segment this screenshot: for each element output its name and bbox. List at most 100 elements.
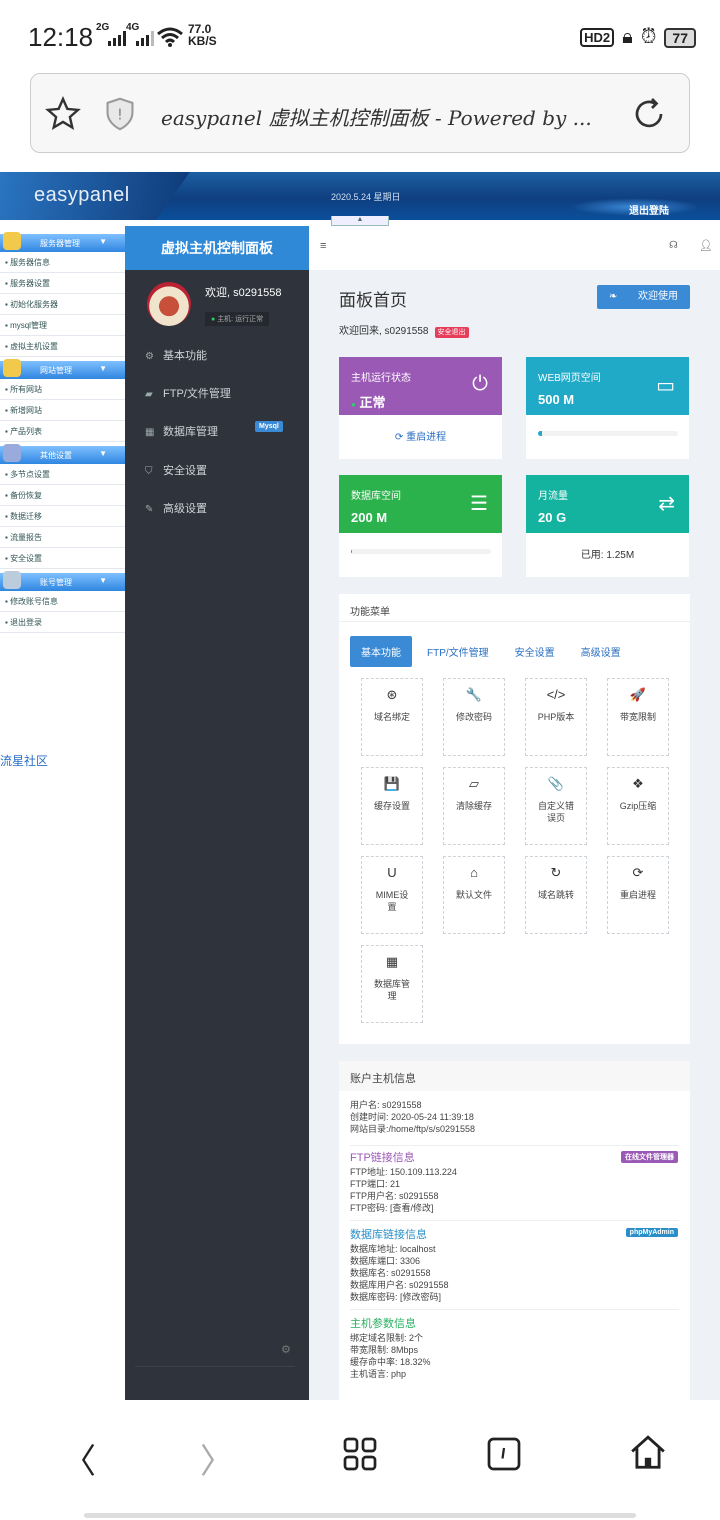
tile-label: 域名绑定 xyxy=(373,712,410,722)
svg-text:!: ! xyxy=(117,106,123,124)
sidebar-title: 虚拟主机控制面板 xyxy=(125,226,309,270)
tab-security[interactable]: 安全设置 xyxy=(504,636,566,667)
forward-icon[interactable]: 〉 xyxy=(200,1434,234,1483)
paperclip-icon: 📎 xyxy=(547,776,565,791)
function-tile[interactable]: 🚀 带宽限制 xyxy=(607,678,669,756)
function-tile[interactable]: ⊛ 域名绑定 xyxy=(361,678,423,756)
shield-icon: ⛉ xyxy=(145,466,153,477)
page-title[interactable]: easypanel 虚拟主机控制面板 - Powered by ... xyxy=(161,102,601,131)
tab-basic[interactable]: 基本功能 xyxy=(350,636,412,667)
function-tile[interactable]: ⌂ 默认文件 xyxy=(443,856,505,934)
nav-item[interactable]: ▪ 退出登录 xyxy=(0,612,125,633)
folder-icon: ▰ xyxy=(145,389,153,400)
nav-item[interactable]: ▪ 所有网站 xyxy=(0,379,125,400)
network-speed: 77.0 KB/S xyxy=(188,22,217,48)
banner-date: 2020.5.24 星期日 xyxy=(331,192,401,202)
safe-logout-button[interactable]: 安全退出 xyxy=(434,327,469,338)
settings-icon xyxy=(3,444,21,462)
back-icon[interactable]: 〈 xyxy=(62,1434,96,1483)
nav-item[interactable]: ▪ 服务器设置 xyxy=(0,273,125,294)
sidebar-item-security[interactable]: ⛉ 安全设置 xyxy=(145,462,207,478)
tile-label: MIME设置 xyxy=(375,890,409,912)
nav-item[interactable]: ▪ 多节点设置 xyxy=(0,464,125,485)
function-tile[interactable]: ↻ 域名跳转 xyxy=(525,856,587,934)
nav-item[interactable]: ▪ 修改账号信息 xyxy=(0,591,125,612)
function-tile[interactable]: 🔧 修改密码 xyxy=(443,678,505,756)
battery-icon: 77 xyxy=(664,27,696,48)
ftp-password-link[interactable]: FTP密码: [查看/修改] xyxy=(350,1202,457,1214)
nav-item[interactable]: ▪ 数据迁移 xyxy=(0,506,125,527)
database-space-progress xyxy=(351,549,491,554)
function-tile[interactable]: 📎 自定义错误页 xyxy=(525,767,587,845)
sidebar-item-basic[interactable]: ⚙ 基本功能 xyxy=(145,347,207,363)
nav-item[interactable]: ▪ 安全设置 xyxy=(0,548,125,569)
cogs-icon: ⚙ xyxy=(145,351,154,362)
menu-toggle-icon[interactable]: ≡ xyxy=(320,240,326,252)
nav-group-account[interactable]: 账号管理 ▼ xyxy=(0,571,125,591)
refresh-icon: ⟳ xyxy=(632,865,644,880)
nav-item[interactable]: ▪ 备份恢复 xyxy=(0,485,125,506)
table-icon: ▦ xyxy=(145,427,155,438)
headset-icon[interactable]: ☊ xyxy=(669,240,678,251)
nav-item[interactable]: ▪ 服务器信息 xyxy=(0,252,125,273)
tile-label: 修改密码 xyxy=(455,712,492,722)
edit-icon: ✎ xyxy=(145,504,154,515)
nav-item[interactable]: ▪ 初始化服务器 xyxy=(0,294,125,315)
wifi-icon xyxy=(157,27,183,47)
function-tile[interactable]: ▱ 清除缓存 xyxy=(443,767,505,845)
user-icon[interactable]: 👤︎ xyxy=(699,239,713,252)
tile-label: 带宽限制 xyxy=(619,712,656,722)
database-icon: ☰ xyxy=(470,493,488,515)
logout-link[interactable]: 退出登陆 xyxy=(629,202,669,217)
file-manager-badge[interactable]: 在线文件管理器 xyxy=(621,1151,678,1163)
gesture-handle xyxy=(84,1513,636,1518)
function-tile[interactable]: ❖ Gzip压缩 xyxy=(607,767,669,845)
tile-label: PHP版本 xyxy=(537,712,575,722)
address-bar[interactable]: ! easypanel 虚拟主机控制面板 - Powered by ... xyxy=(30,73,690,153)
collapse-toggle[interactable]: ▲ xyxy=(331,216,389,226)
tile-label: 默认文件 xyxy=(455,890,492,900)
sidebar-item-ftp[interactable]: ▰ FTP/文件管理 xyxy=(145,385,231,401)
sidebar-item-database[interactable]: ▦ 数据库管理 xyxy=(145,423,218,439)
reload-icon[interactable] xyxy=(631,96,667,132)
nav-item[interactable]: ▪ mysql管理 xyxy=(0,315,125,336)
restart-process-link[interactable]: ⟳ 重启进程 xyxy=(339,428,502,443)
function-tile[interactable]: </> PHP版本 xyxy=(525,678,587,756)
function-tile[interactable]: ▦ 数据库管理 xyxy=(361,945,423,1023)
clock: 12:18 xyxy=(28,22,94,52)
home-icon[interactable] xyxy=(628,1434,668,1472)
menu-grid-icon[interactable] xyxy=(342,1436,378,1472)
tabs-icon[interactable] xyxy=(486,1436,522,1472)
gear-icon[interactable]: ⚙ xyxy=(281,1343,291,1356)
sidebar-item-advanced[interactable]: ✎ 高级设置 xyxy=(145,500,207,516)
hd-icon: HD2 xyxy=(580,28,615,47)
alarm-icon: ⏰︎ xyxy=(640,26,657,48)
nav-item[interactable]: ▪ 流量报告 xyxy=(0,527,125,548)
dropbox-icon: ❖ xyxy=(632,776,644,791)
server-icon xyxy=(3,232,21,250)
welcome-button[interactable]: ❧ 欢迎使用 xyxy=(597,285,690,309)
db-password-link[interactable]: 数据库密码: [修改密码] xyxy=(350,1291,449,1303)
welcome-text: 欢迎回来, s0291558 安全退出 xyxy=(339,322,469,338)
nav-group-other[interactable]: 其他设置 ▼ xyxy=(0,444,125,464)
community-link[interactable]: 流星社区 xyxy=(0,752,48,769)
function-tile[interactable]: 💾 缓存设置 xyxy=(361,767,423,845)
phpmyadmin-badge[interactable]: phpMyAdmin xyxy=(625,1228,678,1237)
function-tile[interactable]: U MIME设置 xyxy=(361,856,423,934)
tab-advanced[interactable]: 高级设置 xyxy=(570,636,632,667)
nav-group-server[interactable]: 服务器管理 ▼ xyxy=(0,232,125,252)
nav-item[interactable]: ▪ 虚拟主机设置 xyxy=(0,336,125,357)
nav-item[interactable]: ▪ 新增网站 xyxy=(0,400,125,421)
nav-item[interactable]: ▪ 产品列表 xyxy=(0,421,125,442)
function-menu-title: 功能菜单 xyxy=(339,594,690,622)
function-tile[interactable]: ⟳ 重启进程 xyxy=(607,856,669,934)
security-shield-icon[interactable]: ! xyxy=(103,96,137,132)
web-page: easypanel 2020.5.24 星期日 退出登陆 ▲ 服务器管理 ▼ ▪ … xyxy=(0,172,720,1400)
exchange-icon: ⇄ xyxy=(658,493,675,515)
save-icon: 💾 xyxy=(383,776,401,791)
nav-group-website[interactable]: 网站管理 ▼ xyxy=(0,359,125,379)
bookmark-star-icon[interactable] xyxy=(45,96,81,132)
tab-ftp[interactable]: FTP/文件管理 xyxy=(416,636,500,667)
sidebar: 虚拟主机控制面板 欢迎, s0291558 ● 主机: 运行正常 ⚙ 基本功能 ▰… xyxy=(125,226,309,1400)
host-params-info: 主机参数信息 绑定域名限制: 2个 带宽限制: 8Mbps 缓存命中率: 18.32… xyxy=(350,1318,431,1379)
